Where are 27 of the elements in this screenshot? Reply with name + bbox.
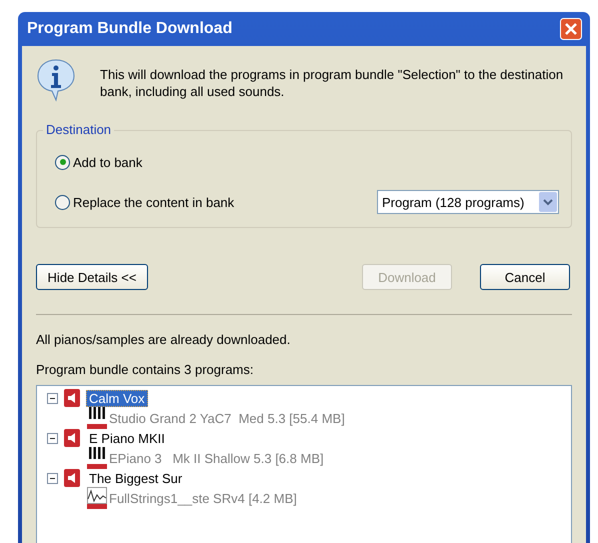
- status-text: All pianos/samples are already downloaded.: [36, 332, 292, 347]
- dialog-button[interactable]: Cancel: [480, 264, 570, 290]
- radio-option[interactable]: Add to bank: [55, 154, 142, 170]
- group-legend: Destination: [43, 122, 114, 137]
- info-icon: [36, 58, 76, 102]
- tree-item[interactable]: The Biggest Sur: [86, 470, 186, 486]
- speaker-icon: [64, 469, 80, 487]
- tree-item[interactable]: Studio Grand 2 YaC7 Med 5.3 [55.4 MB]: [109, 410, 345, 426]
- collapse-toggle-icon[interactable]: [47, 392, 58, 404]
- speaker-icon: [64, 389, 80, 407]
- bank-dropdown[interactable]: Program (128 programs): [377, 190, 559, 214]
- radio-option[interactable]: Replace the content in bank: [55, 194, 234, 210]
- tree-caption: Program bundle contains 3 programs:: [36, 362, 255, 377]
- collapse-toggle-icon[interactable]: [47, 432, 58, 444]
- tree-item[interactable]: FullStrings1__ste SRv4 [4.2 MB]: [109, 490, 297, 506]
- close-icon[interactable]: [560, 18, 582, 40]
- waveform-icon: [87, 487, 107, 509]
- speaker-icon: [64, 429, 80, 447]
- keyboard-icon: [87, 407, 107, 429]
- window-title: Program Bundle Download: [27, 20, 232, 38]
- collapse-toggle-icon[interactable]: [47, 472, 58, 484]
- tree-item[interactable]: EPiano 3 Mk II Shallow 5.3 [6.8 MB]: [109, 450, 324, 466]
- keyboard-icon: [87, 447, 107, 469]
- tree-item[interactable]: E Piano MKII: [86, 430, 168, 446]
- tree-item[interactable]: Calm Vox: [86, 390, 148, 406]
- dialog-button[interactable]: Hide Details <<: [36, 264, 148, 290]
- message-text: This will download the programs in program bundle "Selection" to the destination bank, including all used sounds.: [100, 66, 564, 100]
